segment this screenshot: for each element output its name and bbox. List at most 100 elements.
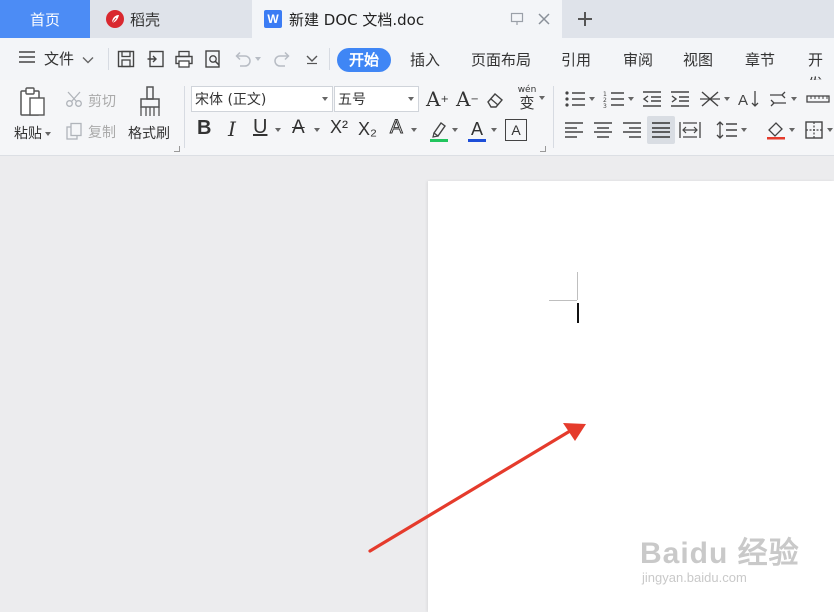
chinese-layout-dropdown-icon[interactable] (723, 95, 731, 103)
highlight-dropdown-icon[interactable] (451, 126, 459, 134)
show-marks-dropdown-icon[interactable] (790, 95, 798, 103)
tab-home-label: 首页 (29, 10, 60, 29)
strikethrough-button[interactable]: A (292, 117, 305, 139)
highlight-button[interactable] (428, 119, 450, 143)
increase-indent-icon[interactable] (669, 88, 691, 110)
font-size-select[interactable]: 五号 (334, 86, 419, 112)
watermark-brand: Baidu 经验 (640, 537, 800, 570)
grow-font-icon[interactable]: A + (426, 87, 449, 111)
menu-separator (108, 48, 109, 70)
align-right-icon[interactable] (621, 119, 643, 141)
italic-button[interactable]: I (228, 117, 236, 141)
tab-daoke[interactable]: 稻壳 (92, 0, 250, 38)
font-color-dropdown-icon[interactable] (490, 126, 498, 134)
menu-separator (329, 48, 330, 70)
format-painter-label[interactable]: 格式刷 (128, 123, 170, 143)
align-left-icon[interactable] (563, 119, 585, 141)
table-ruler-icon[interactable] (805, 88, 831, 110)
underline-dropdown-icon[interactable] (274, 126, 282, 134)
paste-icon[interactable] (14, 84, 50, 120)
export-pdf-icon[interactable] (145, 48, 167, 70)
chinese-layout-icon[interactable] (698, 88, 722, 110)
print-icon[interactable] (173, 48, 195, 70)
grow-font-glyph: A (426, 87, 441, 111)
align-center-icon[interactable] (592, 119, 614, 141)
ribbon-tab-insert[interactable]: 插入 (410, 48, 440, 72)
text-effect-button[interactable]: A (390, 117, 404, 139)
daoke-logo-icon (106, 10, 124, 28)
cut-icon[interactable] (63, 88, 85, 110)
shrink-font-glyph: A (456, 87, 471, 111)
menu-row: 文件 开始 插入 页面布局 引用 审阅 视图 章节 开发 (0, 38, 834, 93)
sort-icon[interactable]: A (737, 88, 761, 110)
shading-dropdown-icon[interactable] (788, 126, 796, 134)
print-preview-icon[interactable] (202, 48, 224, 70)
ribbon-tab-developer[interactable]: 开发 (808, 48, 834, 93)
ribbon-tab-chapter[interactable]: 章节 (745, 48, 775, 72)
borders-icon[interactable] (803, 119, 825, 141)
ribbon-separator (553, 86, 554, 148)
ribbon-tab-view[interactable]: 视图 (683, 48, 713, 72)
ribbon-tab-references[interactable]: 引用 (561, 48, 591, 72)
file-menu-button[interactable]: 文件 (18, 48, 94, 69)
bullet-list-icon[interactable] (563, 88, 587, 110)
font-size-dropdown-icon (404, 87, 418, 111)
file-menu-label: 文件 (44, 50, 75, 68)
text-effect-dropdown-icon[interactable] (410, 126, 418, 134)
superscript-button[interactable]: X² (330, 117, 348, 138)
chevron-down-icon (82, 50, 94, 68)
font-name-value: 宋体 (正文) (195, 92, 267, 108)
undo-icon[interactable] (232, 48, 254, 70)
bullet-list-dropdown-icon[interactable] (588, 95, 596, 103)
copy-label[interactable]: 复制 (88, 122, 116, 142)
clear-format-icon[interactable] (484, 89, 506, 111)
shading-icon[interactable] (765, 119, 787, 141)
tab-document[interactable]: W 新建 DOC 文档.doc (252, 0, 562, 38)
borders-dropdown-icon[interactable] (826, 126, 834, 134)
font-color-glyph: A (470, 118, 483, 139)
svg-text:3: 3 (603, 103, 607, 108)
close-tab-icon[interactable] (536, 11, 552, 31)
copy-icon[interactable] (63, 120, 85, 142)
numbered-list-icon[interactable]: 123 (602, 88, 626, 110)
format-painter-icon[interactable] (135, 84, 165, 120)
writer-logo-icon: W (264, 10, 282, 28)
pinyin-dropdown-icon[interactable] (538, 94, 546, 102)
distribute-icon[interactable] (679, 119, 701, 141)
character-border-button[interactable]: A (505, 119, 527, 141)
shrink-font-icon[interactable]: A − (456, 87, 479, 111)
bold-button[interactable]: B (197, 117, 211, 140)
underline-button[interactable]: U (253, 116, 267, 139)
ribbon-tab-start[interactable]: 开始 (337, 48, 392, 72)
font-group-launcher[interactable] (540, 146, 546, 152)
justify-icon[interactable] (647, 116, 675, 144)
margin-guide-horizontal (549, 300, 577, 301)
decrease-indent-icon[interactable] (641, 88, 663, 110)
redo-icon[interactable] (271, 48, 293, 70)
font-name-select[interactable]: 宋体 (正文) (191, 86, 333, 112)
svg-text:A: A (738, 92, 748, 109)
numbered-list-dropdown-icon[interactable] (627, 95, 635, 103)
cut-label[interactable]: 剪切 (88, 91, 116, 111)
paste-button[interactable]: 粘贴 (14, 123, 51, 143)
new-tab-icon[interactable] (572, 6, 598, 32)
quick-access-more-icon[interactable] (301, 48, 323, 70)
baidu-watermark: Baidu 经验 jingyan.baidu.com (640, 528, 800, 585)
pin-window-icon[interactable] (510, 12, 524, 30)
font-size-value: 五号 (338, 92, 366, 108)
watermark-url: jingyan.baidu.com (642, 570, 747, 585)
line-spacing-icon[interactable] (715, 119, 739, 141)
subscript-button[interactable]: X₂ (358, 119, 377, 140)
show-marks-icon[interactable] (767, 88, 789, 110)
ribbon-tab-page-layout[interactable]: 页面布局 (471, 48, 531, 72)
ribbon-tab-review[interactable]: 审阅 (623, 48, 653, 72)
strikethrough-dropdown-icon[interactable] (313, 126, 321, 134)
hamburger-icon (18, 50, 36, 68)
clipboard-group-launcher[interactable] (174, 146, 180, 152)
undo-dropdown-icon[interactable] (253, 48, 263, 70)
save-icon[interactable] (115, 48, 137, 70)
tab-home[interactable]: 首页 (0, 0, 90, 38)
tab-bar: 首页 稻壳 W 新建 DOC 文档.doc (0, 0, 834, 38)
line-spacing-dropdown-icon[interactable] (740, 126, 748, 134)
font-color-button[interactable]: A (466, 117, 488, 143)
